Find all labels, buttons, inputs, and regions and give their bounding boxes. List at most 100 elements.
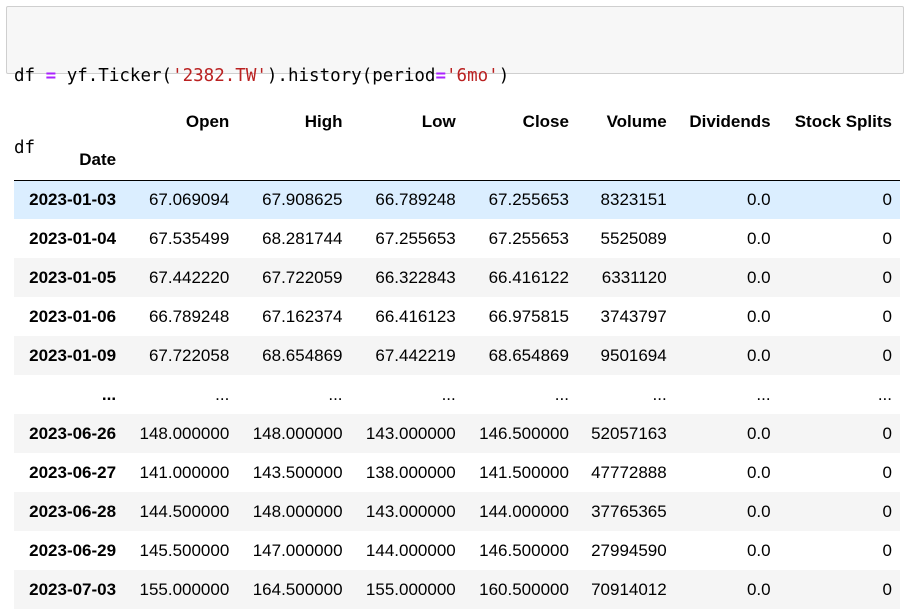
row-index-date: ...: [101, 384, 117, 404]
table-cell: 141.500000: [479, 462, 569, 482]
index-corner: [14, 102, 124, 141]
table-cell: 67.069094: [148, 189, 230, 209]
table-cell: 67.442219: [375, 345, 456, 365]
table-cell: 148.000000: [252, 501, 343, 521]
table-cell: 155.000000: [139, 579, 230, 599]
table-cell: 0.0: [746, 462, 771, 482]
table-cell: 138.000000: [365, 462, 456, 482]
table-cell: 68.281744: [262, 228, 343, 248]
table-cell: 8323151: [600, 189, 667, 209]
table-cell: 0.0: [746, 423, 771, 443]
table-cell: 9501694: [600, 345, 667, 365]
index-name-row: Date: [14, 141, 900, 181]
table-cell: 141.000000: [139, 462, 230, 482]
row-index-date: 2023-06-26: [29, 423, 117, 443]
table-cell: 66.789248: [148, 306, 230, 326]
table-row: 2023-01-09 67.722058 68.654869 67.442219 68.…: [14, 336, 900, 375]
table-row: 2023-06-29 145.500000 147.000000 144.000000…: [14, 531, 900, 570]
table-row: 2023-01-05 67.442220 67.722059 66.322843 66.…: [14, 258, 900, 297]
code-string: '2382.TW': [172, 66, 267, 86]
table-cell: 47772888: [591, 462, 667, 482]
table-cell: 5525089: [600, 228, 667, 248]
row-index-date: 2023-01-06: [29, 306, 117, 326]
table-cell: ...: [756, 384, 771, 404]
code-token: ).history(period: [266, 66, 436, 86]
table-cell: ...: [652, 384, 667, 404]
table-cell: 52057163: [591, 423, 667, 443]
table-cell: ...: [441, 384, 456, 404]
code-token: ): [498, 66, 510, 86]
column-header: Volume: [606, 111, 667, 131]
table-cell: 67.442220: [148, 267, 230, 287]
table-cell: 68.654869: [262, 345, 343, 365]
code-string: '6mo': [446, 66, 499, 86]
table-cell: ...: [554, 384, 569, 404]
table-cell: 148.000000: [252, 423, 343, 443]
table-cell: 145.500000: [139, 540, 230, 560]
table-cell: 67.162374: [262, 306, 343, 326]
table-cell: 67.535499: [148, 228, 230, 248]
table-cell: 0.0: [746, 267, 771, 287]
table-cell: 146.500000: [479, 540, 569, 560]
table-cell: 66.416122: [488, 267, 569, 287]
table-cell: 0: [882, 306, 892, 326]
table-cell: 27994590: [591, 540, 667, 560]
column-header: Close: [522, 111, 569, 131]
row-index-date: 2023-01-05: [29, 267, 117, 287]
table-row: 2023-01-06 66.789248 67.162374 66.416123 66.…: [14, 297, 900, 336]
table-cell: 160.500000: [479, 579, 569, 599]
table-cell: 144.000000: [365, 540, 456, 560]
table-cell: 66.416123: [375, 306, 456, 326]
column-header: High: [304, 111, 343, 131]
table-cell: 0.0: [746, 345, 771, 365]
table-cell: 0: [882, 501, 892, 521]
table-cell: 0: [882, 189, 892, 209]
table-row: 2023-06-27 141.000000 143.500000 138.000000…: [14, 453, 900, 492]
table-cell: 68.654869: [488, 345, 569, 365]
table-cell: 0: [882, 228, 892, 248]
table-cell: 66.975815: [488, 306, 569, 326]
dataframe-output: Open High Low Close Volume Dividends Sto…: [14, 102, 900, 609]
table-cell: 0.0: [746, 540, 771, 560]
table-cell: 67.255653: [488, 228, 569, 248]
table-cell: 155.000000: [365, 579, 456, 599]
table-cell: 0: [882, 267, 892, 287]
table-cell: 146.500000: [479, 423, 569, 443]
table-cell: ...: [877, 384, 892, 404]
table-row: 2023-06-26 148.000000 148.000000 143.000000…: [14, 414, 900, 453]
index-name: Date: [14, 141, 125, 181]
table-cell: 37765365: [591, 501, 667, 521]
table-cell: 67.722059: [262, 267, 343, 287]
table-cell: 67.255653: [488, 189, 569, 209]
table-cell: ...: [328, 384, 343, 404]
table-cell: 66.322843: [375, 267, 456, 287]
row-index-date: 2023-06-28: [29, 501, 117, 521]
table-cell: 144.500000: [139, 501, 230, 521]
code-token: yf.Ticker(: [56, 66, 173, 86]
code-line-1: df = yf.Ticker('2382.TW').history(period…: [14, 64, 903, 88]
table-cell: 0: [882, 423, 892, 443]
table-cell: 144.000000: [479, 501, 569, 521]
table-cell: 143.000000: [365, 501, 456, 521]
code-cell-input[interactable]: df = yf.Ticker('2382.TW').history(period…: [6, 6, 904, 158]
table-cell: 67.255653: [375, 228, 456, 248]
column-header: Open: [185, 111, 230, 131]
column-header-row: Open High Low Close Volume Dividends Sto…: [14, 102, 900, 141]
column-header: Dividends: [689, 111, 771, 131]
table-cell: 6331120: [601, 267, 667, 287]
column-header: Stock Splits: [794, 111, 892, 131]
ellipsis-row: ........................: [14, 375, 900, 414]
table-row: 2023-01-04 67.535499 68.281744 67.255653 67.…: [14, 219, 900, 258]
column-header: Low: [421, 111, 456, 131]
row-index-date: 2023-01-09: [29, 345, 117, 365]
table-cell: 0: [882, 345, 892, 365]
table-cell: ...: [215, 384, 230, 404]
row-index-date: 2023-06-27: [29, 462, 117, 482]
table-cell: 143.500000: [252, 462, 343, 482]
table-cell: 0.0: [746, 501, 771, 521]
code-operator: =: [45, 66, 57, 86]
table-cell: 66.789248: [375, 189, 456, 209]
table-cell: 67.722058: [148, 345, 230, 365]
table-cell: 0: [882, 540, 892, 560]
code-operator: =: [435, 66, 447, 86]
